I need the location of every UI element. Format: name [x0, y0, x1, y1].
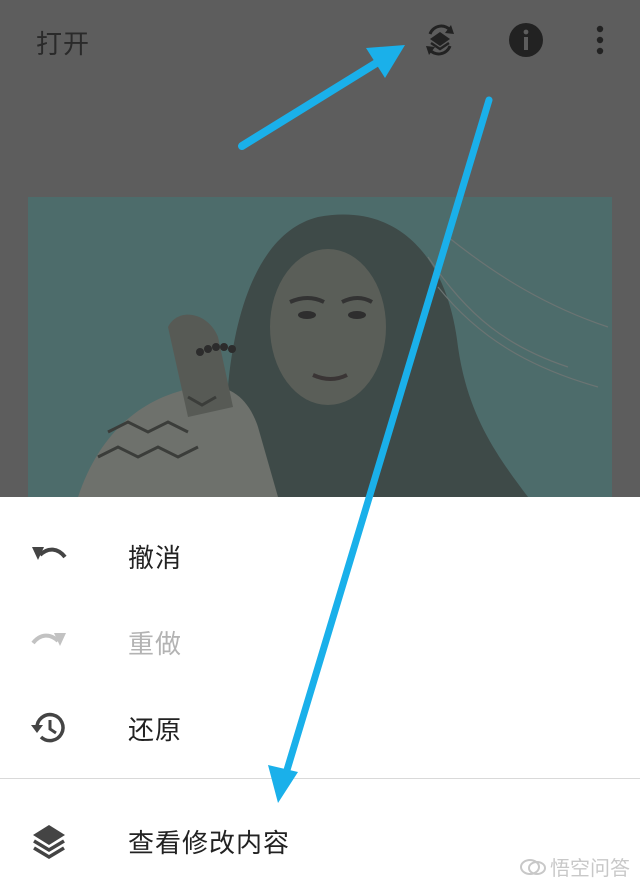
menu-item-label: 重做: [128, 630, 183, 660]
more-vert-icon[interactable]: [580, 20, 620, 60]
menu-divider: [0, 778, 640, 779]
redo-icon: [28, 621, 70, 663]
undo-icon: [28, 535, 70, 577]
menu-item-label: 查看修改内容: [128, 829, 291, 859]
history-icon: [28, 707, 70, 749]
bottom-sheet-menu: 撤消 重做 还原 查看修改内容: [0, 497, 640, 890]
menu-item-label: 撤消: [128, 544, 183, 574]
chat-bubble-icon: [520, 857, 546, 882]
menu-item-undo[interactable]: 撤消: [0, 512, 640, 598]
info-icon[interactable]: [506, 20, 546, 60]
revert-layers-icon[interactable]: [420, 20, 460, 60]
menu-item-redo[interactable]: 重做: [0, 598, 640, 684]
layers-icon: [28, 820, 70, 862]
top-bar: 打开: [0, 0, 640, 80]
watermark-text: 悟空问答: [550, 856, 630, 880]
open-button[interactable]: 打开: [36, 24, 90, 61]
edited-photo: [28, 197, 612, 497]
menu-item-label: 还原: [128, 716, 183, 746]
watermark: 悟空问答: [520, 852, 630, 882]
menu-item-restore[interactable]: 还原: [0, 684, 640, 770]
